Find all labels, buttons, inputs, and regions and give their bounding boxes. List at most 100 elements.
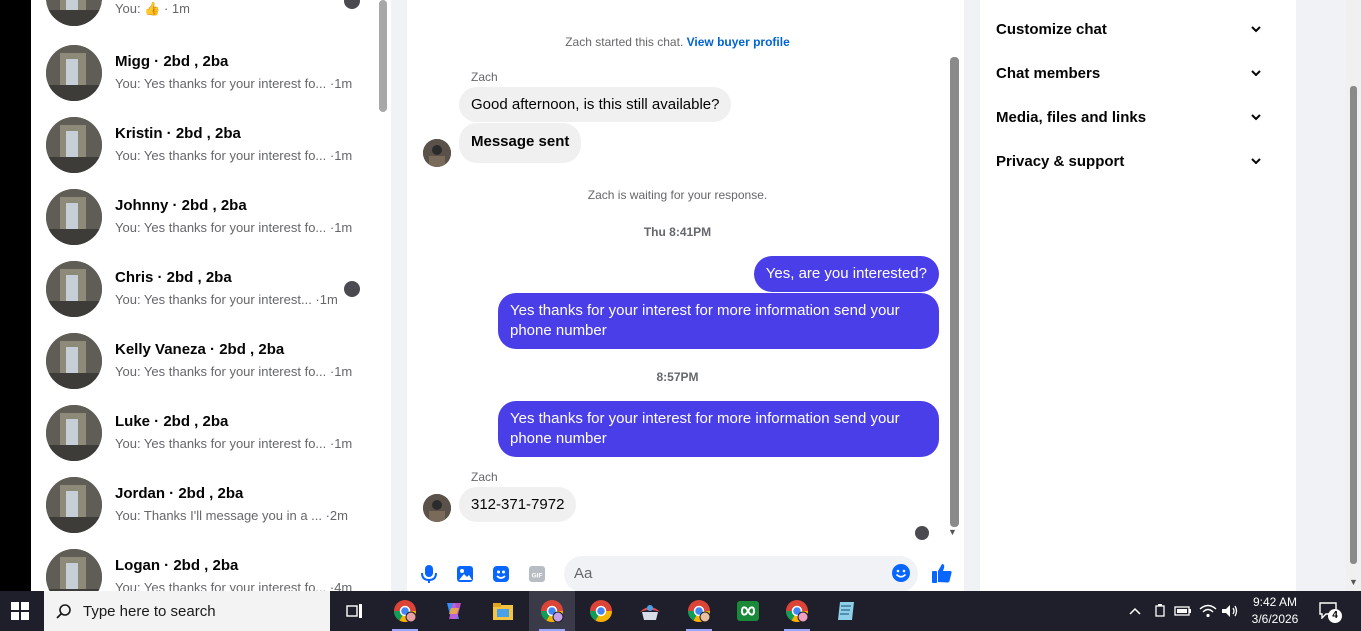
conversation-preview: You: Yes thanks for your interest fo... … bbox=[115, 148, 353, 163]
conversation-list-scroll-thumb[interactable] bbox=[379, 0, 387, 112]
incoming-message[interactable]: Good afternoon, is this still available? bbox=[459, 87, 732, 122]
media-files-links-label: Media, files and links bbox=[996, 109, 1147, 126]
right-gutter bbox=[964, 0, 980, 591]
chrome-profile-icon[interactable] bbox=[676, 591, 722, 631]
file-explorer-icon[interactable] bbox=[480, 591, 526, 631]
conversation-avatar bbox=[46, 333, 102, 389]
message-sender-name: Zach bbox=[471, 70, 498, 84]
conversation-item[interactable]: Logan · 2bd , 2ba You: Yes thanks for yo… bbox=[31, 549, 376, 591]
sticker-icon[interactable] bbox=[491, 564, 511, 584]
wifi-icon[interactable] bbox=[1199, 602, 1217, 620]
conversation-item[interactable]: You: 👍 · 1m bbox=[31, 0, 376, 42]
conversation-preview: You: Yes thanks for your interest fo... … bbox=[115, 220, 353, 235]
meet-now-icon[interactable] bbox=[1151, 602, 1169, 620]
chat-scroll-thumb[interactable] bbox=[950, 57, 959, 527]
right-margin bbox=[1296, 0, 1346, 591]
incoming-message[interactable]: Message sent bbox=[459, 123, 582, 163]
conversation-preview: You: Yes thanks for your interest fo... … bbox=[115, 76, 353, 91]
conversation-name: Kelly Vaneza · 2bd , 2ba bbox=[115, 341, 285, 358]
conversation-preview: You: Yes thanks for your interest fo... … bbox=[115, 436, 353, 451]
conversation-preview: You: Yes thanks for your interest fo... … bbox=[115, 580, 353, 591]
chevron-down-icon bbox=[1251, 114, 1261, 121]
taskbar: Type here to search 9:42 AM 3/6/2026 4 bbox=[0, 591, 1361, 631]
incoming-message[interactable]: 312-371-7972 bbox=[459, 487, 577, 522]
chrome-profile-icon[interactable] bbox=[382, 591, 428, 631]
customize-chat-label: Customize chat bbox=[996, 21, 1107, 38]
sender-avatar[interactable] bbox=[423, 139, 451, 167]
chevron-up-icon[interactable] bbox=[1126, 602, 1144, 620]
conversation-name: Chris · 2bd , 2ba bbox=[115, 269, 232, 286]
conversation-item[interactable]: Kelly Vaneza · 2bd , 2ba You: Yes thanks… bbox=[31, 333, 376, 405]
page-scroll-down-arrow[interactable]: ▼ bbox=[1349, 577, 1358, 587]
sender-avatar[interactable] bbox=[423, 494, 451, 522]
volume-icon[interactable] bbox=[1221, 602, 1239, 620]
conversation-preview: You: Thanks I'll message you in a ... ·2… bbox=[115, 508, 348, 523]
notification-center-icon[interactable]: 4 bbox=[1318, 601, 1342, 623]
conversation-preview: You: Yes thanks for your interest fo... … bbox=[115, 364, 353, 379]
conversation-name: Migg · 2bd , 2ba bbox=[115, 53, 229, 70]
read-receipt-avatar bbox=[344, 0, 360, 9]
outgoing-message[interactable]: Yes thanks for your interest for more in… bbox=[498, 401, 939, 457]
conversation-item[interactable]: Jordan · 2bd , 2ba You: Thanks I'll mess… bbox=[31, 477, 376, 549]
view-buyer-profile-link[interactable]: View buyer profile bbox=[687, 35, 790, 49]
chevron-down-icon bbox=[1251, 158, 1261, 165]
task-view-icon[interactable] bbox=[332, 591, 378, 631]
conversation-preview: You: 👍 · 1m bbox=[115, 1, 190, 16]
chat-started-notice: Zach started this chat. View buyer profi… bbox=[407, 35, 948, 49]
svg-text:GIF: GIF bbox=[532, 573, 543, 580]
conversation-avatar bbox=[46, 45, 102, 101]
page-scrollbar[interactable]: ▼ bbox=[1346, 0, 1361, 591]
message-input-placeholder: Aa bbox=[574, 565, 593, 582]
gif-icon[interactable]: GIF bbox=[527, 564, 547, 584]
like-icon[interactable] bbox=[931, 562, 953, 584]
page-scroll-thumb[interactable] bbox=[1350, 86, 1357, 564]
taskbar-search-placeholder: Type here to search bbox=[83, 603, 216, 620]
outgoing-message[interactable]: Yes, are you interested? bbox=[753, 256, 939, 292]
message-sender-name: Zach bbox=[471, 470, 498, 484]
conversation-item[interactable]: Kristin · 2bd , 2ba You: Yes thanks for … bbox=[31, 117, 376, 189]
outgoing-message[interactable]: Yes thanks for your interest for more in… bbox=[498, 293, 939, 349]
conversation-avatar bbox=[46, 189, 102, 245]
chat-panel: Zach started this chat. View buyer profi… bbox=[407, 0, 964, 591]
emoji-icon[interactable] bbox=[891, 563, 911, 583]
conversation-item[interactable]: Johnny · 2bd , 2ba You: Yes thanks for y… bbox=[31, 189, 376, 261]
read-receipt-avatar bbox=[344, 281, 360, 297]
photo-icon[interactable] bbox=[455, 564, 475, 584]
microphone-icon[interactable] bbox=[419, 564, 439, 584]
taskbar-search-box[interactable]: Type here to search bbox=[44, 591, 330, 631]
system-clock[interactable]: 9:42 AM 3/6/2026 bbox=[1244, 594, 1306, 628]
chat-scroll-down-arrow[interactable]: ▼ bbox=[948, 527, 957, 537]
clock-date: 3/6/2026 bbox=[1251, 612, 1299, 626]
media-files-links-item[interactable]: Media, files and links bbox=[996, 107, 1266, 131]
chat-started-text: Zach started this chat. bbox=[565, 35, 684, 49]
chevron-down-icon bbox=[1251, 70, 1261, 77]
chrome-profile-icon[interactable] bbox=[774, 591, 820, 631]
conversation-item[interactable]: Chris · 2bd , 2ba You: Yes thanks for yo… bbox=[31, 261, 376, 333]
conversation-avatar bbox=[46, 549, 102, 591]
chrome-icon[interactable] bbox=[578, 591, 624, 631]
privacy-support-label: Privacy & support bbox=[996, 153, 1125, 170]
copilot-icon[interactable] bbox=[431, 591, 477, 631]
battery-icon[interactable] bbox=[1174, 602, 1192, 620]
conversation-avatar bbox=[46, 261, 102, 317]
windows-logo-icon bbox=[11, 602, 29, 620]
chat-members-item[interactable]: Chat members bbox=[996, 63, 1266, 87]
customize-chat-item[interactable]: Customize chat bbox=[996, 19, 1266, 43]
notepad-icon[interactable] bbox=[823, 591, 869, 631]
conversation-name: Logan · 2bd , 2ba bbox=[115, 557, 239, 574]
start-button[interactable] bbox=[0, 591, 40, 631]
snipping-tool-icon[interactable] bbox=[627, 591, 673, 631]
conversation-name: Luke · 2bd , 2ba bbox=[115, 413, 229, 430]
conversation-item[interactable]: Migg · 2bd , 2ba You: Yes thanks for you… bbox=[31, 45, 376, 117]
message-input[interactable]: Aa bbox=[564, 556, 918, 591]
loop-app-icon[interactable] bbox=[725, 591, 771, 631]
conversation-preview: You: Yes thanks for your interest... ·1m bbox=[115, 292, 338, 307]
chevron-down-icon bbox=[1251, 26, 1261, 33]
chat-members-label: Chat members bbox=[996, 65, 1101, 82]
privacy-support-item[interactable]: Privacy & support bbox=[996, 151, 1266, 175]
conversation-name: Johnny · 2bd , 2ba bbox=[115, 197, 247, 214]
search-icon bbox=[56, 604, 71, 619]
conversation-item[interactable]: Luke · 2bd , 2ba You: Yes thanks for you… bbox=[31, 405, 376, 477]
chrome-profile-icon-active[interactable] bbox=[529, 591, 575, 631]
notification-count-badge: 4 bbox=[1328, 609, 1342, 623]
